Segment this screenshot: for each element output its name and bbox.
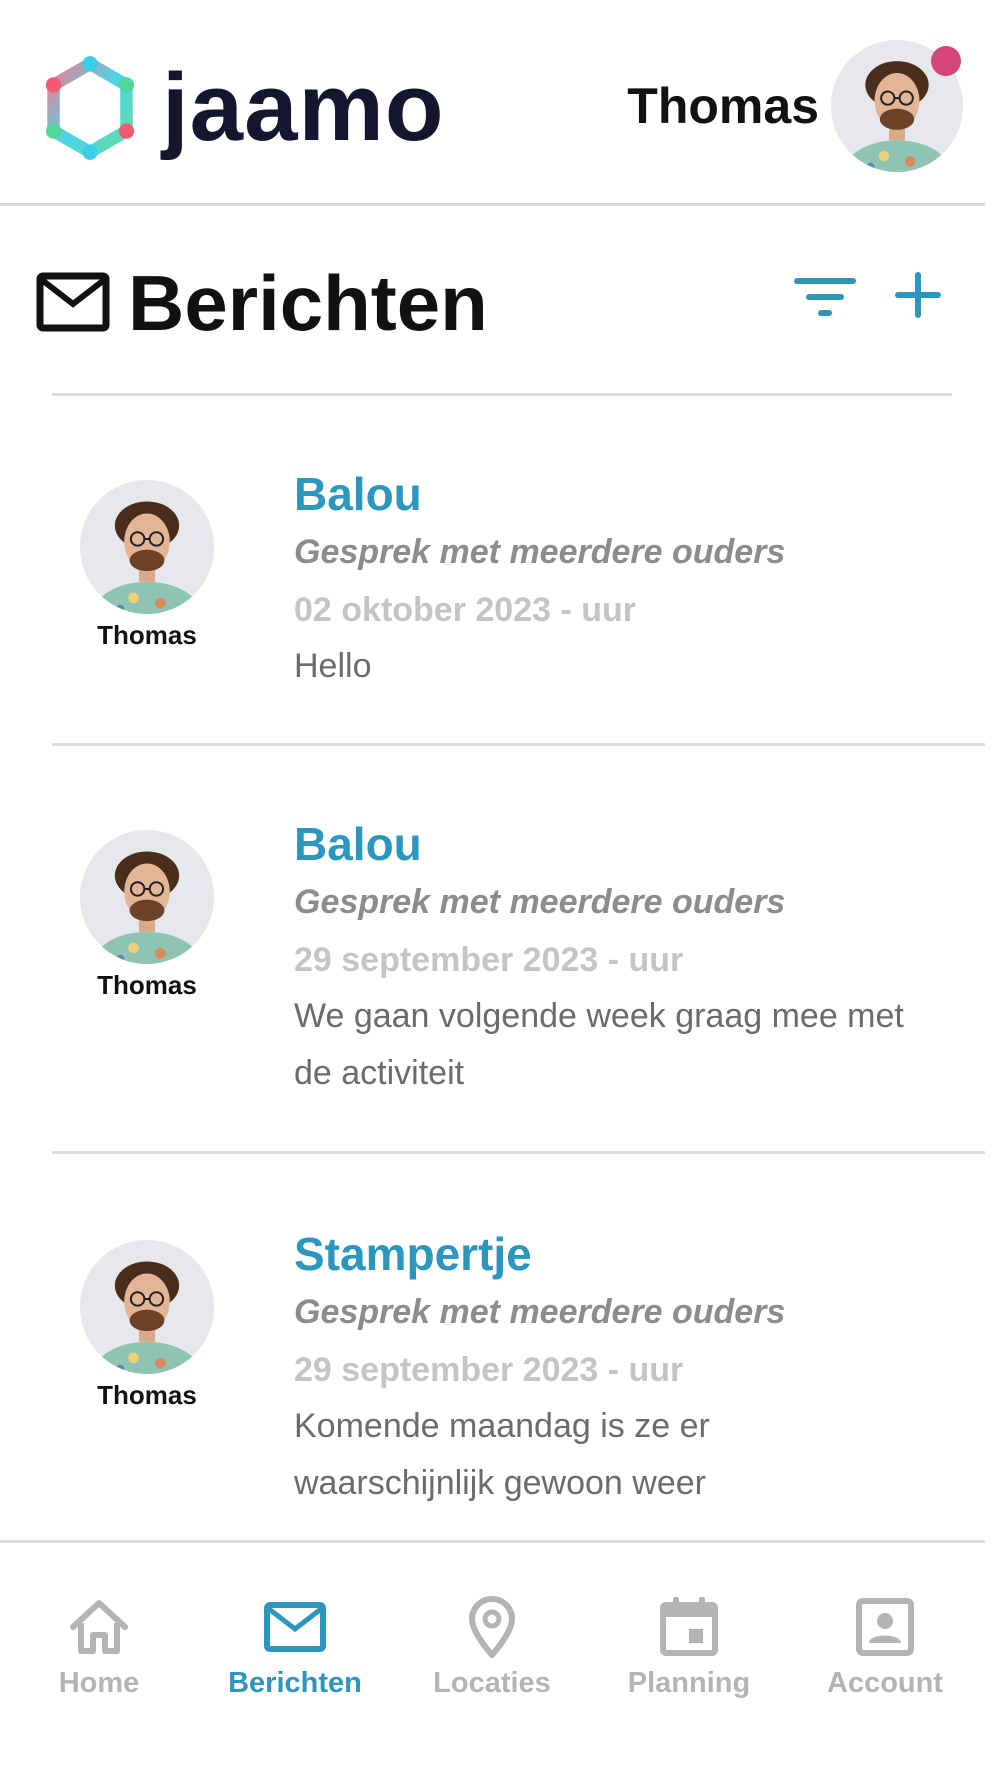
message-preview: Hello — [294, 647, 372, 685]
message-title: Balou — [294, 818, 422, 870]
plus-icon — [895, 272, 941, 318]
jaamo-logo-icon — [45, 56, 135, 160]
message-item[interactable]: Thomas Stampertje Gesprek met meerdere o… — [52, 1154, 985, 1540]
user-profile[interactable]: Thomas — [627, 40, 963, 172]
message-date: 02 oktober 2023 - uur — [294, 591, 637, 629]
messages-list: Thomas Balou Gesprek met meerdere ouders… — [0, 396, 985, 1540]
top-bar: jaamo Thomas — [0, 0, 985, 206]
nav-account[interactable]: Account — [800, 1595, 970, 1700]
message-date: 29 september 2023 - uur — [294, 1351, 684, 1389]
logo-text: jaamo — [162, 54, 445, 161]
message-item[interactable]: Thomas Balou Gesprek met meerdere ouders… — [52, 746, 985, 1154]
new-message-button[interactable] — [891, 268, 945, 322]
sender: Thomas — [80, 1240, 214, 1411]
message-subtitle: Gesprek met meerdere ouders — [294, 533, 786, 571]
page-title: Berichten — [128, 259, 488, 347]
nav-berichten[interactable]: Berichten — [210, 1595, 380, 1700]
nav-label: Locaties — [433, 1667, 551, 1699]
nav-label: Berichten — [228, 1667, 362, 1699]
nav-label: Account — [827, 1667, 943, 1699]
sender: Thomas — [80, 480, 214, 651]
message-content: Balou Gesprek met meerdere ouders 29 sep… — [294, 816, 914, 1102]
nav-home[interactable]: Home — [14, 1595, 184, 1700]
person-avatar-icon — [80, 480, 214, 614]
sender-name: Thomas — [97, 620, 197, 650]
filter-button[interactable] — [792, 272, 858, 324]
message-date: 29 september 2023 - uur — [294, 941, 684, 979]
nav-label: Home — [58, 1667, 140, 1699]
home-icon — [70, 1600, 128, 1654]
message-preview: We gaan volgende week graag mee met de a… — [294, 997, 904, 1092]
sender-name: Thomas — [97, 1380, 197, 1410]
message-subtitle: Gesprek met meerdere ouders — [294, 883, 786, 921]
jaamo-logo[interactable]: jaamo — [42, 56, 444, 160]
message-title: Stampertje — [294, 1228, 532, 1280]
page-header: Berichten — [36, 258, 956, 348]
sender-name: Thomas — [97, 970, 197, 1000]
message-title: Balou — [294, 468, 422, 520]
sender: Thomas — [80, 830, 214, 1001]
message-content: Stampertje Gesprek met meerdere ouders 2… — [294, 1226, 914, 1512]
location-pin-icon — [469, 1596, 515, 1658]
filter-icon — [794, 278, 856, 316]
sender-avatar — [80, 1240, 214, 1374]
message-subtitle: Gesprek met meerdere ouders — [294, 1293, 786, 1331]
message-item[interactable]: Thomas Balou Gesprek met meerdere ouders… — [52, 396, 985, 746]
sender-avatar — [80, 480, 214, 614]
bottom-navigation: Home Berichten Locaties Planning Account — [0, 1540, 985, 1778]
mail-icon — [36, 272, 110, 332]
sender-avatar — [80, 830, 214, 964]
message-preview: Komende maandag is ze er waarschijnlijk … — [294, 1407, 710, 1502]
user-name: Thomas — [627, 78, 819, 134]
message-content: Balou Gesprek met meerdere ouders 02 okt… — [294, 466, 914, 695]
notification-dot — [931, 46, 961, 76]
nav-label: Planning — [627, 1667, 751, 1699]
user-avatar[interactable] — [831, 40, 963, 172]
messages-screen: jaamo Thomas Berichten Thomas Balou Gesp… — [0, 0, 1000, 1778]
person-avatar-icon — [80, 830, 214, 964]
calendar-icon — [660, 1597, 718, 1656]
person-avatar-icon — [80, 1240, 214, 1374]
nav-locaties[interactable]: Locaties — [407, 1595, 577, 1700]
nav-planning[interactable]: Planning — [604, 1595, 774, 1700]
mail-icon — [264, 1602, 326, 1652]
account-icon — [856, 1598, 914, 1656]
